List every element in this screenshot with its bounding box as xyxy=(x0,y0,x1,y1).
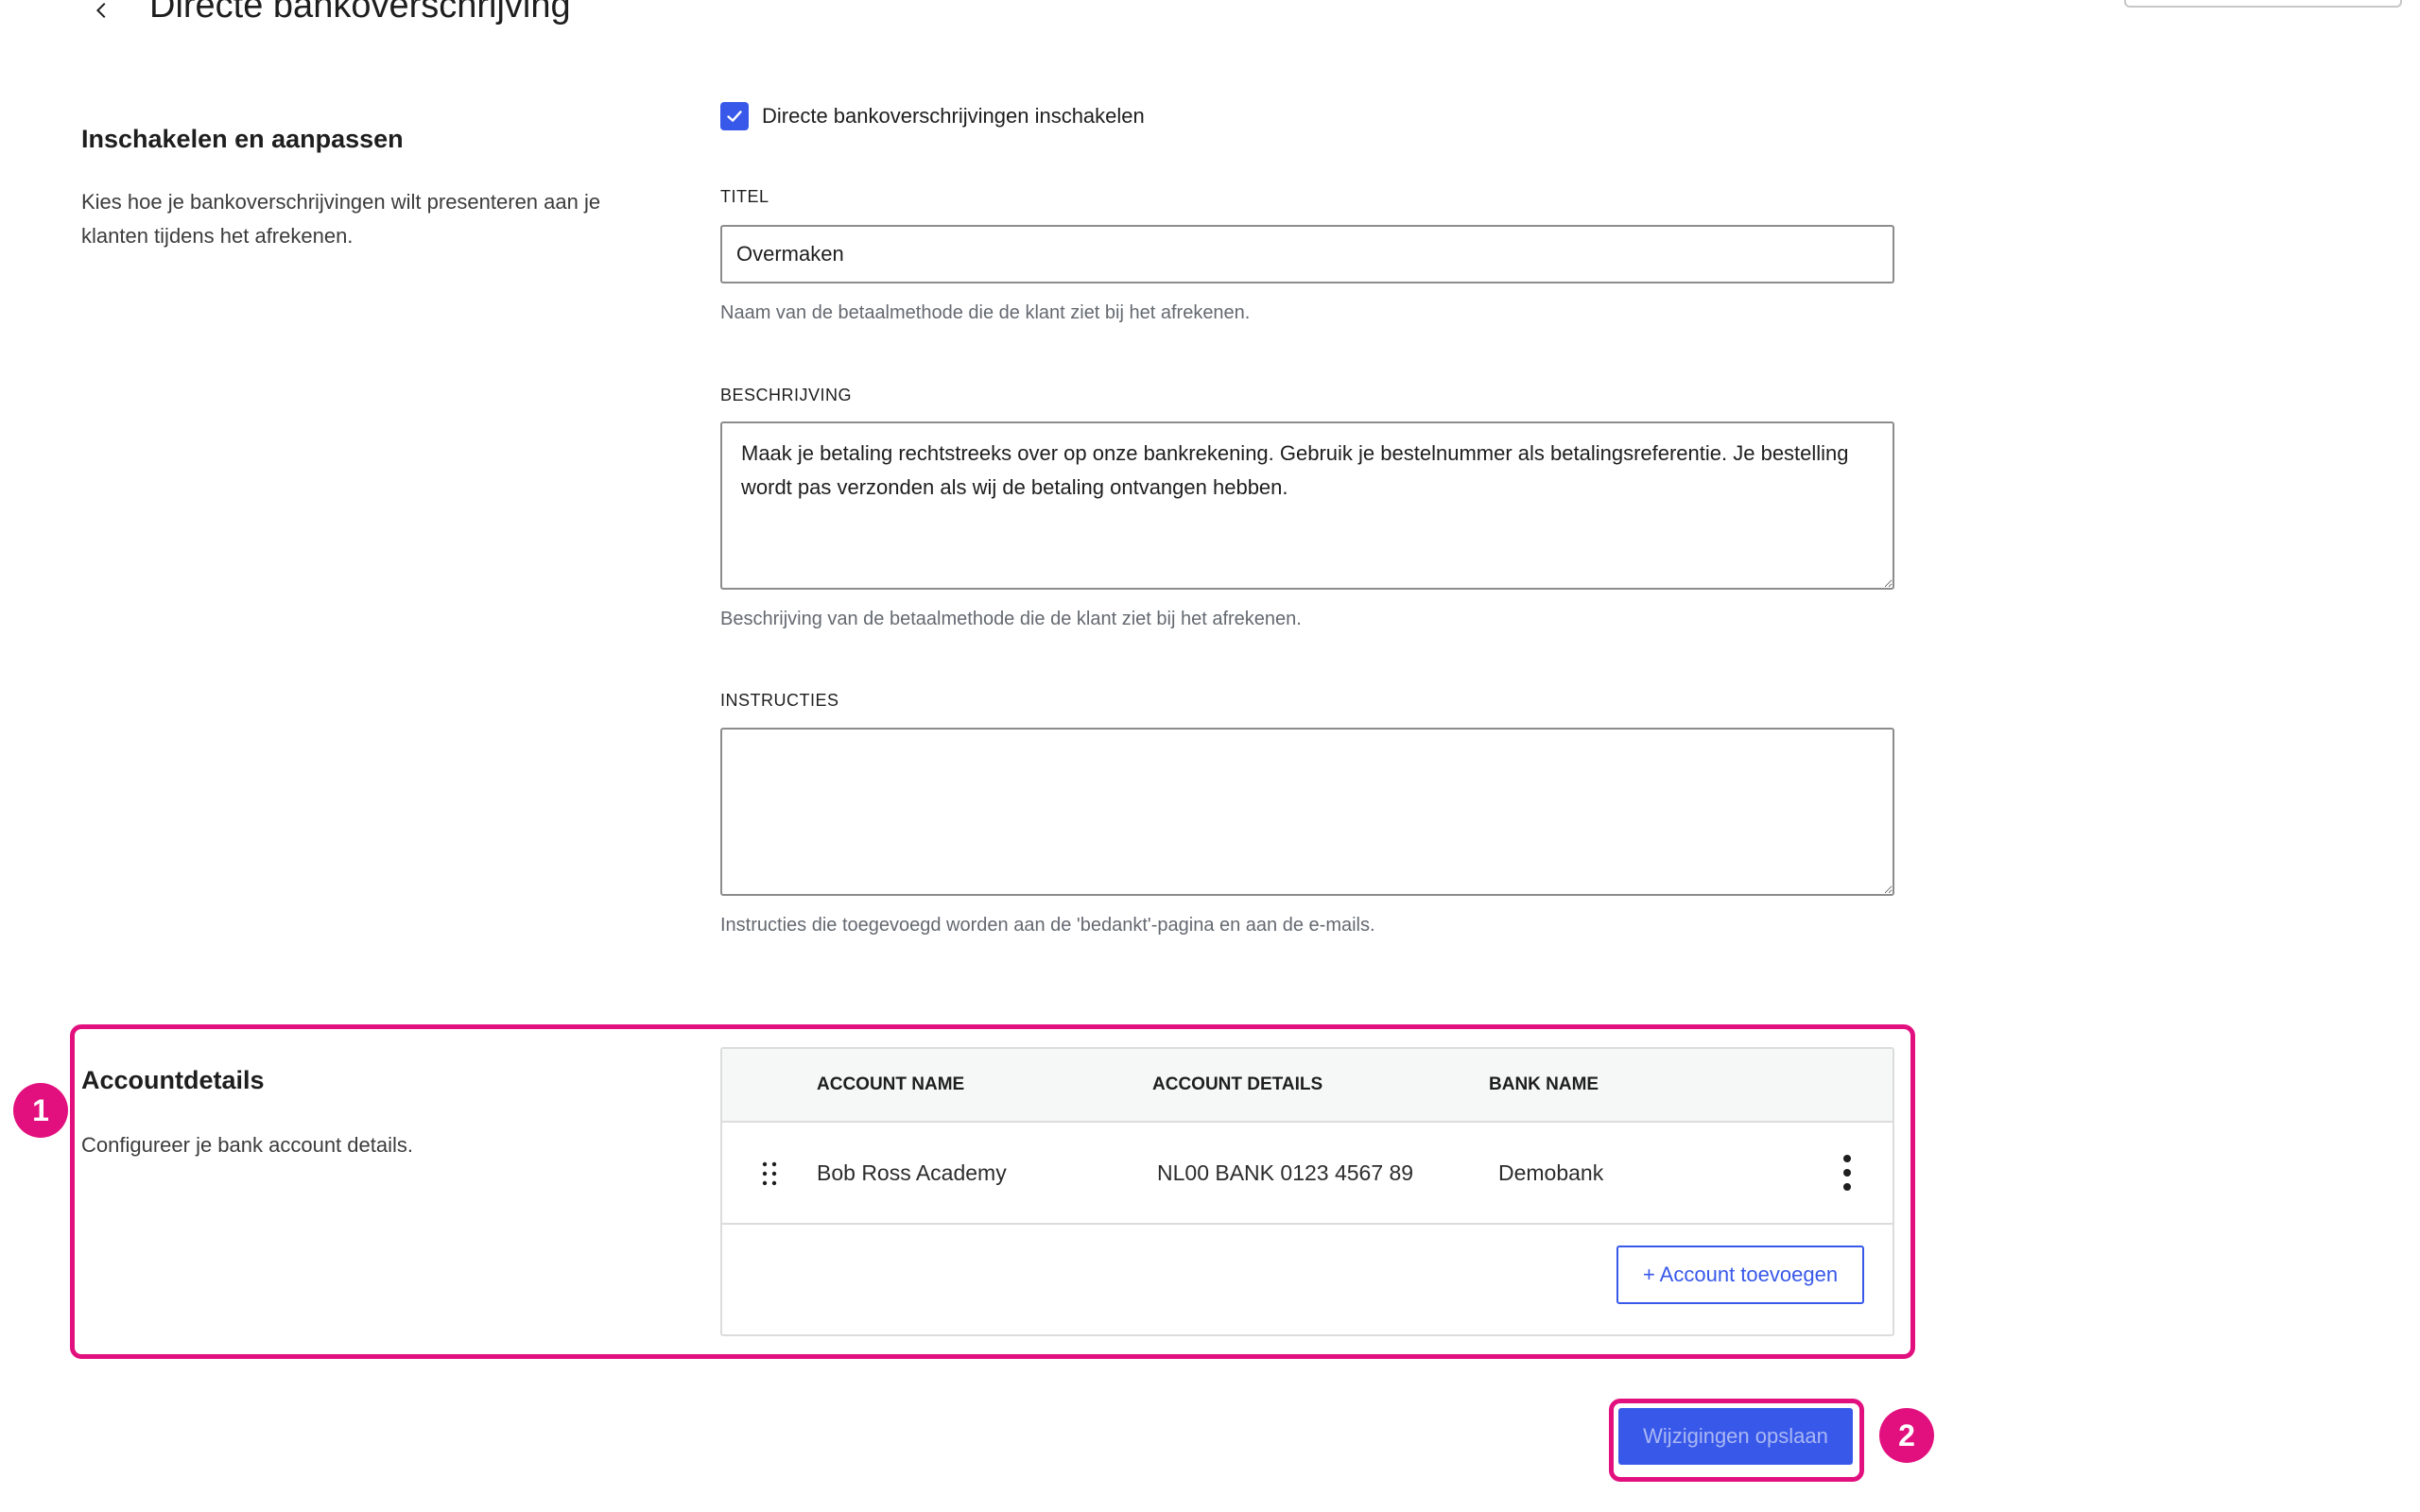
add-account-button[interactable]: + Account toevoegen xyxy=(1616,1246,1864,1304)
accounts-table-header: ACCOUNT NAME ACCOUNT DETAILS BANK NAME xyxy=(722,1049,1893,1123)
save-changes-button[interactable]: Wijzigingen opslaan xyxy=(1618,1408,1853,1465)
accounts-description: Configureer je bank account details. xyxy=(81,1133,413,1157)
instructions-textarea[interactable] xyxy=(720,728,1894,896)
page-title: Directe bankoverschrijving xyxy=(149,0,571,26)
settings-description: Kies hoe je bankoverschrijvingen wilt pr… xyxy=(81,190,601,248)
settings-heading: Inschakelen en aanpassen xyxy=(81,125,404,153)
title-help: Naam van de betaalmethode die de klant z… xyxy=(720,302,1251,323)
checkmark-icon xyxy=(727,111,742,122)
cell-bank-name: Demobank xyxy=(1498,1160,1604,1185)
enable-checkbox[interactable] xyxy=(720,102,749,130)
description-textarea[interactable]: Maak je betaling rechtstreeks over op on… xyxy=(720,421,1894,590)
annotation-badge-1: 1 xyxy=(13,1083,68,1138)
description-label: BESCHRIJVING xyxy=(720,386,853,404)
table-row: Bob Ross Academy NL00 BANK 0123 4567 89 … xyxy=(722,1123,1893,1225)
drag-handle-icon[interactable] xyxy=(760,1160,779,1187)
annotation-badge-2: 2 xyxy=(1879,1408,1934,1463)
title-label: TITEL xyxy=(720,187,769,206)
instructions-label: INSTRUCTIES xyxy=(720,691,839,710)
instructions-help: Instructies die toegevoegd worden aan de… xyxy=(720,915,1375,936)
accounts-table: ACCOUNT NAME ACCOUNT DETAILS BANK NAME B… xyxy=(720,1047,1894,1336)
chevron-left-icon xyxy=(95,2,106,19)
enable-checkbox-label[interactable]: Directe bankoverschrijvingen inschakelen xyxy=(762,102,1145,130)
top-right-button-edge[interactable] xyxy=(2124,0,2402,8)
description-help: Beschrijving van de betaalmethode die de… xyxy=(720,609,1302,629)
title-input[interactable] xyxy=(720,225,1894,284)
back-button[interactable] xyxy=(89,0,115,26)
column-header-bank-name: BANK NAME xyxy=(1489,1074,1599,1094)
accounts-heading: Accountdetails xyxy=(81,1066,265,1094)
cell-account-details: NL00 BANK 0123 4567 89 xyxy=(1157,1160,1414,1185)
cell-account-name: Bob Ross Academy xyxy=(817,1160,1007,1185)
column-header-account-details: ACCOUNT DETAILS xyxy=(1152,1074,1323,1094)
more-vertical-icon[interactable] xyxy=(1836,1151,1858,1194)
column-header-account-name: ACCOUNT NAME xyxy=(817,1074,965,1094)
